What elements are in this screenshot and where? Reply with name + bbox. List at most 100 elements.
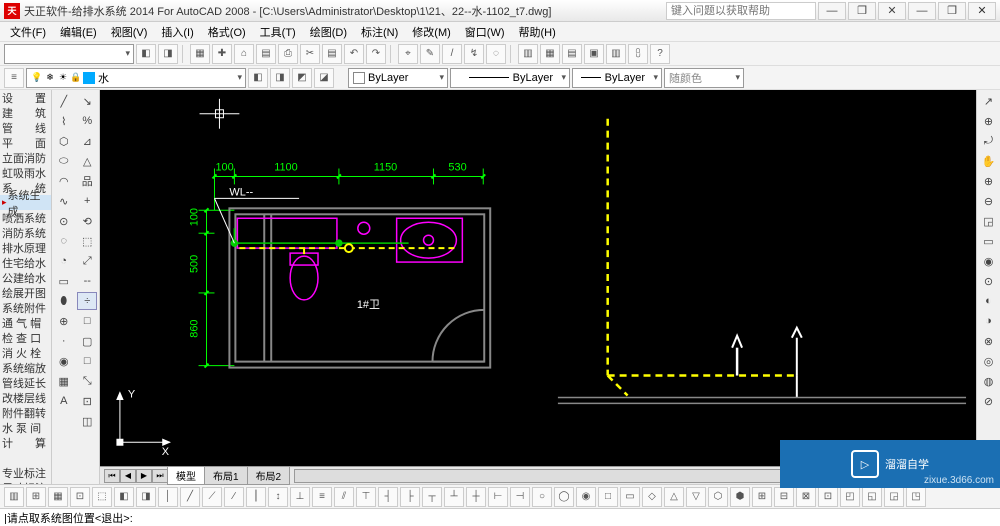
edit-tool[interactable]: 品 xyxy=(77,172,97,190)
bottom-tool[interactable]: ○ xyxy=(532,487,552,507)
bottom-tool[interactable]: ┴ xyxy=(444,487,464,507)
bottom-tool[interactable]: ◲ xyxy=(884,487,904,507)
menu-draw[interactable]: 绘图(D) xyxy=(304,22,353,42)
bottom-tool[interactable]: △ xyxy=(664,487,684,507)
edit-tool[interactable]: □ xyxy=(77,352,97,370)
edit-tool[interactable]: ▢ xyxy=(77,332,97,350)
bottom-tool[interactable]: ◱ xyxy=(862,487,882,507)
cmd-panel-item[interactable]: 检 查 口 xyxy=(0,330,51,345)
bottom-tool[interactable]: ⬚ xyxy=(92,487,112,507)
bottom-tool[interactable]: ┤ xyxy=(378,487,398,507)
menu-view[interactable]: 视图(V) xyxy=(105,22,154,42)
edit-tool[interactable]: □ xyxy=(77,312,97,330)
help-button[interactable]: ? xyxy=(650,44,670,64)
modify-tool[interactable]: ⊘ xyxy=(979,392,999,410)
match-button[interactable]: ↯ xyxy=(464,44,484,64)
grid1-button[interactable]: ▥ xyxy=(518,44,538,64)
bottom-tool[interactable]: ⊟ xyxy=(774,487,794,507)
saveas-button[interactable]: ▤ xyxy=(256,44,276,64)
bottom-tool[interactable]: ⟋ xyxy=(202,487,222,507)
bottom-tool[interactable]: │ xyxy=(158,487,178,507)
draw-tool[interactable]: ▦ xyxy=(54,372,74,390)
bottom-tool[interactable]: ╱ xyxy=(180,487,200,507)
menu-insert[interactable]: 插入(I) xyxy=(155,22,199,42)
tbtn-2[interactable]: ◨ xyxy=(158,44,178,64)
lineweight-combo[interactable]: ByLayer xyxy=(572,68,662,88)
bottom-tool[interactable]: ▥ xyxy=(4,487,24,507)
bottom-tool[interactable]: ├ xyxy=(400,487,420,507)
doc-close-button[interactable]: ✕ xyxy=(878,2,906,20)
cmd-panel-item[interactable]: 改楼层线 xyxy=(0,390,51,405)
cmd-panel-item[interactable]: 尺寸标注 xyxy=(0,480,51,484)
tab-model[interactable]: 模型 xyxy=(167,466,205,485)
bottom-tool[interactable]: ∕ xyxy=(224,487,244,507)
draw-tool[interactable]: ⊕ xyxy=(54,312,74,330)
layer-btn-3[interactable]: ◩ xyxy=(292,68,312,88)
cmd-panel-item[interactable]: 绘展开图 xyxy=(0,285,51,300)
tab-nav-next[interactable]: ▶ xyxy=(136,469,152,483)
cmd-panel-item[interactable]: 设 置 xyxy=(0,90,51,105)
modify-tool[interactable]: ◑ xyxy=(979,312,999,330)
bottom-tool[interactable]: ◧ xyxy=(114,487,134,507)
menu-modify[interactable]: 修改(M) xyxy=(406,22,457,42)
bottom-tool[interactable]: ◨ xyxy=(136,487,156,507)
bottom-tool[interactable]: ⊞ xyxy=(752,487,772,507)
app-close-button[interactable]: ✕ xyxy=(968,2,996,20)
edit-tool[interactable]: ⊿ xyxy=(77,132,97,150)
bottom-tool[interactable]: ◳ xyxy=(906,487,926,507)
edit-tool[interactable]: + xyxy=(77,192,97,210)
pencil-button[interactable]: ✎ xyxy=(420,44,440,64)
tab-nav-prev[interactable]: ◀ xyxy=(120,469,136,483)
edit-tool[interactable]: ↘ xyxy=(77,92,97,110)
draw-tool[interactable]: ◠ xyxy=(54,172,74,190)
linetype-combo[interactable]: ByLayer xyxy=(450,68,570,88)
draw-tool[interactable]: ▭ xyxy=(54,272,74,290)
drawing-area[interactable]: Y X xyxy=(100,90,976,484)
cmd-panel-item[interactable]: 消防系统 xyxy=(0,225,51,240)
bottom-tool[interactable]: ◉ xyxy=(576,487,596,507)
bottom-tool[interactable]: ▦ xyxy=(48,487,68,507)
workspace-combo[interactable] xyxy=(4,44,134,64)
app-maximize-button[interactable]: ❐ xyxy=(938,2,966,20)
grid4-button[interactable]: ▣ xyxy=(584,44,604,64)
menu-dimension[interactable]: 标注(N) xyxy=(355,22,404,42)
bottom-tool[interactable]: ▭ xyxy=(620,487,640,507)
modify-tool[interactable]: ⊗ xyxy=(979,332,999,350)
menu-file[interactable]: 文件(F) xyxy=(4,22,52,42)
redo-button[interactable]: ↷ xyxy=(366,44,386,64)
modify-tool[interactable]: ◐ xyxy=(979,292,999,310)
modify-tool[interactable]: ◉ xyxy=(979,252,999,270)
bottom-tool[interactable]: ⊥ xyxy=(290,487,310,507)
menu-tools[interactable]: 工具(T) xyxy=(254,22,302,42)
modify-tool[interactable]: ↗ xyxy=(979,92,999,110)
bottom-tool[interactable]: ⊡ xyxy=(818,487,838,507)
menu-help[interactable]: 帮助(H) xyxy=(513,22,562,42)
cmd-panel-item[interactable]: 住宅给水 xyxy=(0,255,51,270)
plotstyle-combo[interactable]: 随颜色 xyxy=(664,68,744,88)
edit-tool[interactable]: ⊡ xyxy=(77,392,97,410)
cmd-panel-item[interactable]: 系统附件 xyxy=(0,300,51,315)
tab-nav-first[interactable]: ⏮ xyxy=(104,469,120,483)
color-combo[interactable]: ByLayer xyxy=(348,68,448,88)
cmd-panel-item[interactable] xyxy=(0,450,51,465)
doc-minimize-button[interactable]: — xyxy=(818,2,846,20)
modify-tool[interactable]: ▭ xyxy=(979,232,999,250)
layer-btn-4[interactable]: ◪ xyxy=(314,68,334,88)
bottom-tool[interactable]: ⊡ xyxy=(70,487,90,507)
command-input[interactable] xyxy=(4,512,996,524)
cmd-panel-item[interactable]: 平 面 xyxy=(0,135,51,150)
tab-layout1[interactable]: 布局1 xyxy=(204,466,248,485)
tbtn-1[interactable]: ◧ xyxy=(136,44,156,64)
tab-layout2[interactable]: 布局2 xyxy=(247,466,291,485)
cmd-panel-item[interactable]: 通 气 帽 xyxy=(0,315,51,330)
draw-tool[interactable]: ∿ xyxy=(54,192,74,210)
draw-tool[interactable]: A xyxy=(54,392,74,410)
print-button[interactable]: ⎙ xyxy=(278,44,298,64)
draw-tool[interactable]: ⬡ xyxy=(54,132,74,150)
bottom-tool[interactable]: ◇ xyxy=(642,487,662,507)
draw-tool[interactable]: ◌ xyxy=(54,232,74,250)
cmd-panel-item[interactable]: 消 火 栓 xyxy=(0,345,51,360)
modify-tool[interactable]: ⊕ xyxy=(979,112,999,130)
bottom-tool[interactable]: ▽ xyxy=(686,487,706,507)
grid3-button[interactable]: ▤ xyxy=(562,44,582,64)
